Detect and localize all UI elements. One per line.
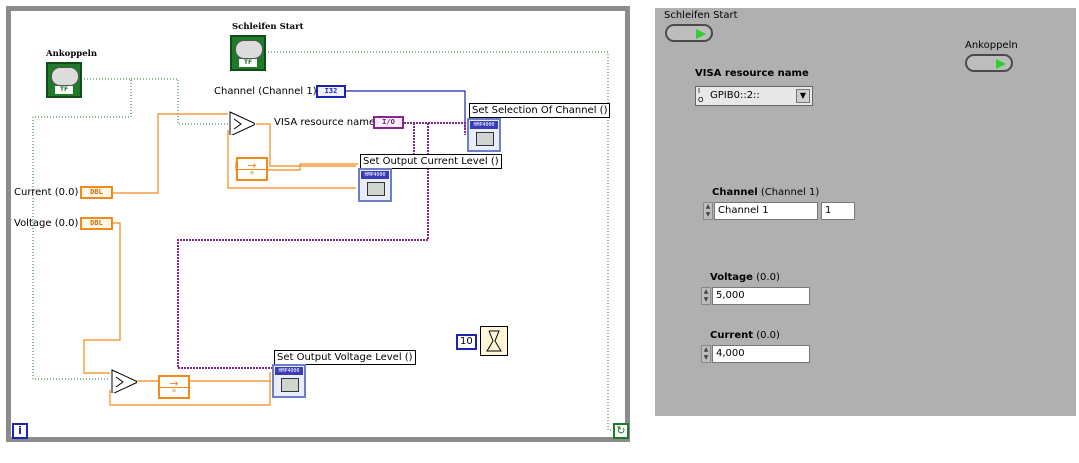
channel-label: Channel (Channel 1) — [712, 187, 820, 198]
set-output-voltage-level-vi[interactable]: HMP4000 — [272, 364, 306, 398]
front-panel: Schleifen Start Ankoppeln VISA resource … — [655, 8, 1076, 416]
spin-arrows-icon[interactable]: ▲ ▼ — [701, 345, 711, 363]
voltage-terminal[interactable]: DBL — [80, 217, 113, 230]
led-icon — [696, 29, 706, 39]
case-structure-box[interactable]: → * — [236, 157, 268, 181]
visa-io-icon: IO — [698, 87, 704, 104]
wait-ms-constant[interactable]: 10 — [456, 334, 477, 350]
set-output-current-level-label: Set Output Current Level () — [360, 154, 502, 169]
visa-terminal-label: VISA resource name — [274, 117, 376, 128]
led-icon — [996, 59, 1006, 69]
channel-index: 1 — [821, 202, 855, 220]
channel-ring-control[interactable]: ▲ ▼ Channel 1 1 — [703, 202, 903, 220]
wires-layer — [32, 51, 616, 431]
case-structure-box-bottom[interactable]: → * — [158, 375, 190, 399]
ankoppeln-label: Ankoppeln — [965, 40, 1018, 51]
ankoppeln-terminal[interactable]: TF — [46, 62, 82, 98]
schleifen-start-label: Schleifen Start — [664, 10, 738, 21]
visa-resource-label: VISA resource name — [695, 68, 809, 79]
voltage-label: Voltage (0.0) — [710, 272, 780, 283]
select-node[interactable] — [229, 111, 255, 135]
set-output-current-level-vi[interactable]: HMP4000 — [358, 168, 392, 202]
voltage-terminal-label: Voltage (0.0) — [14, 218, 79, 229]
channel-terminal-label: Channel (Channel 1) — [214, 86, 317, 97]
current-label: Current (0.0) — [710, 330, 780, 341]
loop-condition-terminal-icon[interactable]: ↻ — [613, 423, 629, 439]
iteration-terminal-icon[interactable]: i — [12, 423, 28, 439]
channel-value[interactable]: Channel 1 — [714, 202, 818, 220]
visa-resource-value: GPIB0::2:: — [710, 90, 760, 101]
spin-arrows-icon[interactable]: ▲ ▼ — [703, 202, 713, 220]
set-selection-of-channel-vi[interactable]: HMP4000 — [467, 118, 501, 152]
schleifen-start-terminal-label: Schleifen Start — [232, 22, 304, 32]
visa-resource-control[interactable]: IO GPIB0::2:: ▼ — [695, 86, 813, 106]
ankoppeln-button[interactable] — [965, 54, 1013, 72]
schleifen-start-button[interactable] — [665, 24, 713, 42]
select-node-bottom[interactable] — [111, 369, 137, 393]
visa-terminal[interactable]: I/O — [373, 116, 404, 129]
current-terminal[interactable]: DBL — [80, 186, 113, 199]
voltage-value[interactable]: 5,000 — [712, 287, 810, 305]
dropdown-arrow-icon[interactable]: ▼ — [796, 89, 810, 103]
voltage-numeric-control[interactable]: ▲ ▼ 5,000 — [701, 287, 811, 305]
wait-ms-function-icon[interactable] — [480, 326, 508, 356]
current-value[interactable]: 4,000 — [712, 345, 810, 363]
current-terminal-label: Current (0.0) — [14, 187, 79, 198]
block-diagram: Schleifen Start TF Ankoppeln TF Channel … — [0, 0, 640, 463]
schleifen-start-terminal[interactable]: TF — [230, 35, 266, 71]
spin-arrows-icon[interactable]: ▲ ▼ — [701, 287, 711, 305]
current-numeric-control[interactable]: ▲ ▼ 4,000 — [701, 345, 811, 363]
ankoppeln-terminal-label: Ankoppeln — [46, 49, 98, 59]
set-selection-of-channel-label: Set Selection Of Channel () — [469, 103, 611, 118]
channel-terminal[interactable]: I32 — [316, 85, 346, 98]
set-output-voltage-level-label: Set Output Voltage Level () — [274, 350, 416, 365]
